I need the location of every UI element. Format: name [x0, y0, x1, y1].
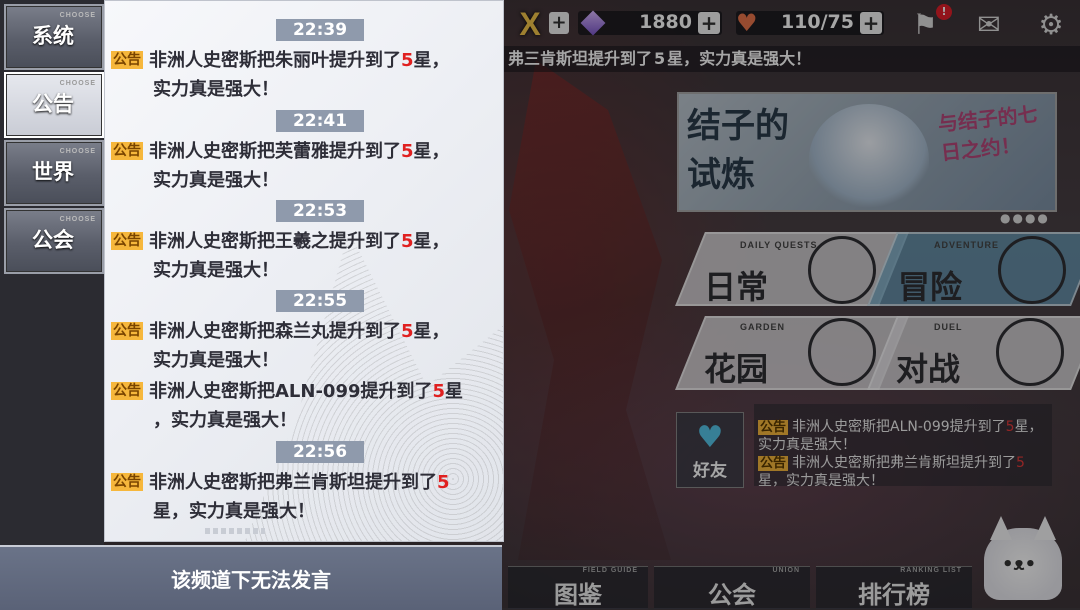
timestamp: 22:39 — [276, 19, 364, 41]
scroll-indicator — [205, 528, 265, 534]
tab-world[interactable]: CHOOSE 世界 — [4, 140, 104, 206]
announcement-message: 公告 非洲人史密斯把ALN-099提升到了5星 ，实力真是强大！ — [111, 381, 464, 431]
tab-guild[interactable]: CHOOSE 公会 — [4, 208, 104, 274]
timestamp: 22:41 — [276, 110, 364, 132]
announcement-tag: 公告 — [111, 142, 143, 160]
tab-world-sub: CHOOSE — [59, 148, 96, 155]
announcement-message: 公告 非洲人史密斯把弗兰肯斯坦提升到了5 星，实力真是强大！ — [111, 472, 450, 522]
announcement-message: 公告 非洲人史密斯把芙蕾雅提升到了5星， 实力真是强大！ — [111, 141, 450, 191]
announcement-message: 公告 非洲人史密斯把王羲之提升到了5星， 实力真是强大！ — [111, 231, 450, 281]
announcement-message: 公告 非洲人史密斯把朱丽叶提升到了5星， 实力真是强大！ — [111, 50, 450, 100]
announcement-tag: 公告 — [111, 51, 143, 69]
timestamp: 22:56 — [276, 441, 364, 463]
tab-system-sub: CHOOSE — [59, 12, 96, 19]
tab-world-label: 世界 — [32, 160, 74, 184]
tab-announcement-sub: CHOOSE — [59, 80, 96, 87]
tab-system-label: 系统 — [32, 24, 74, 48]
announcement-tag: 公告 — [111, 382, 143, 400]
announcement-tag: 公告 — [111, 322, 143, 340]
timestamp: 22:55 — [276, 290, 364, 312]
timestamp: 22:53 — [276, 200, 364, 222]
tab-system[interactable]: CHOOSE 系统 — [4, 4, 104, 70]
tab-guild-label: 公会 — [32, 228, 74, 252]
chat-message-list[interactable]: 22:39 公告 非洲人史密斯把朱丽叶提升到了5星， 实力真是强大！ 22:41 … — [104, 0, 504, 542]
announcement-message: 公告 非洲人史密斯把森兰丸提升到了5星， 实力真是强大！ — [111, 321, 450, 371]
chat-disabled-message: 该频道下无法发言 — [171, 568, 331, 592]
chat-channel-sidebar: CHOOSE 系统 CHOOSE 公告 CHOOSE 世界 CHOOSE 公会 — [0, 0, 104, 545]
announcement-tag: 公告 — [111, 473, 143, 491]
announcement-tag: 公告 — [111, 232, 143, 250]
tab-guild-sub: CHOOSE — [59, 216, 96, 223]
tab-announcement[interactable]: CHOOSE 公告 — [4, 72, 104, 138]
chat-input-disabled-bar: 该频道下无法发言 — [0, 545, 502, 610]
tab-announcement-label: 公告 — [32, 92, 74, 116]
